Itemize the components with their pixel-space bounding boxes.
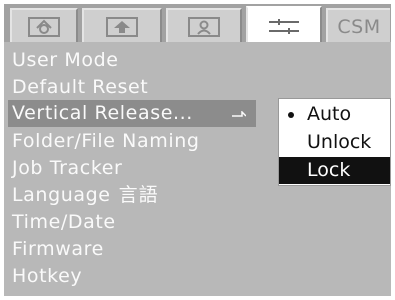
tab-camera[interactable] [10,8,78,44]
tab-user[interactable] [166,8,242,44]
menu-item-default-reset[interactable]: Default Reset [12,74,148,101]
menu-item-label: Default Reset [12,76,149,98]
menu-item-user-mode[interactable]: User Mode [12,47,119,74]
menu-item-label: Folder/File Naming [12,130,200,152]
menu-item-label: Time/Date [12,211,116,233]
tab-csm-label: CSM [337,16,381,38]
option-label: Unlock [307,131,372,153]
option-lock[interactable]: Lock [279,157,390,184]
person-icon [188,17,220,37]
menu-item-time-date[interactable]: Time/Date [12,209,116,236]
menu-item-label: Language [12,184,111,206]
wrench-settings-icon [269,19,299,34]
menu-item-language-native: 言語 [118,184,159,206]
tab-playback[interactable] [82,8,162,44]
playback-icon [106,17,138,37]
submenu-arrow-icon [232,111,246,117]
tab-csm[interactable]: CSM [326,8,390,44]
menu-item-firmware[interactable]: Firmware [12,236,104,263]
menu-item-language[interactable]: Language 言語 [12,182,159,209]
menu-item-label: Firmware [12,238,104,260]
menu-item-job-tracker[interactable]: Job Tracker [12,155,122,182]
menu-item-folder-file-naming[interactable]: Folder/File Naming [12,128,200,155]
tab-setup[interactable] [246,6,322,46]
current-selection-bullet-icon [288,112,294,118]
option-label: Auto [307,103,352,125]
menu-item-label: Job Tracker [12,157,123,179]
vertical-release-options-popup: Auto Unlock Lock [278,98,391,186]
menu-item-label: Vertical Release... [12,102,193,124]
menu-item-label: User Mode [12,49,119,71]
option-label: Lock [307,159,351,181]
menu-item-label: Hotkey [12,265,83,287]
option-auto[interactable]: Auto [279,101,390,128]
menu-item-vertical-release[interactable]: Vertical Release... [8,100,256,127]
camera-icon [28,17,60,37]
menu-item-hotkey[interactable]: Hotkey [12,263,82,290]
tab-bar: CSM [4,4,391,46]
option-unlock[interactable]: Unlock [279,129,390,156]
